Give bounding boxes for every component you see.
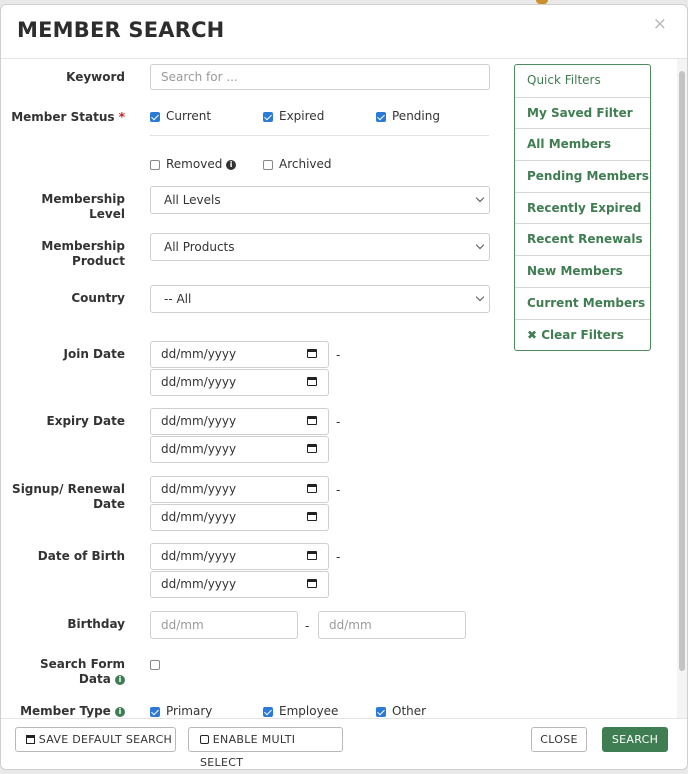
country-label: Country [71,291,125,305]
status-removed-checkbox[interactable] [150,160,160,170]
status-separator [150,135,489,136]
modal-header: MEMBER SEARCH × [1,5,687,59]
dob-from[interactable]: dd/mm/yyyy [150,543,329,570]
member-type-label: Member Type i [20,704,125,719]
quick-filter-all-members[interactable]: All Members [515,128,650,160]
signup-renewal-label: Signup/ Renewal Date [12,482,125,511]
join-date-to[interactable]: dd/mm/yyyy [150,369,329,396]
required-marker: * [118,110,125,124]
calendar-icon[interactable] [307,349,317,358]
chevron-down-icon [475,240,485,250]
member-search-modal: MEMBER SEARCH × Keyword Search for ... M… [0,4,688,770]
type-primary-checkbox[interactable] [150,707,160,717]
status-archived-checkbox[interactable] [263,160,273,170]
info-icon: i [226,160,237,170]
calendar-icon[interactable] [307,377,317,386]
type-employee-checkbox[interactable] [263,707,273,717]
status-current-label: Current [166,109,212,123]
quick-filter-recent-renewals[interactable]: Recent Renewals [515,223,650,255]
expiry-date-label: Expiry Date [46,414,126,428]
membership-product-label: Membership Product [41,239,125,268]
birthday-to[interactable]: dd/mm [318,611,466,639]
status-removed-label: Removed i [166,157,237,171]
quick-filter-pending[interactable]: Pending Members [515,160,650,192]
membership-product-select[interactable]: All Products [150,233,490,261]
type-other-label: Other [392,704,427,718]
expiry-date-from[interactable]: dd/mm/yyyy [150,408,329,435]
keyword-input[interactable]: Search for ... [150,64,490,90]
quick-filter-current-members[interactable]: Current Members [515,286,650,319]
range-dash: - [336,550,341,564]
chevron-down-icon [475,292,485,302]
birthday-from[interactable]: dd/mm [150,611,298,639]
info-icon: i [115,707,125,717]
quick-filters-heading: Quick Filters [527,73,601,87]
date-of-birth-label: Date of Birth [37,549,125,563]
calendar-icon[interactable] [307,551,317,560]
close-button[interactable]: CLOSE [531,727,587,752]
save-default-search-button[interactable]: SAVE DEFAULT SEARCH [15,727,176,752]
search-button[interactable]: SEARCH [602,727,668,752]
close-icon[interactable]: × [653,14,667,34]
join-date-from[interactable]: dd/mm/yyyy [150,341,329,368]
signup-date-from[interactable]: dd/mm/yyyy [150,476,329,503]
calendar-icon[interactable] [307,579,317,588]
status-archived-label: Archived [279,157,332,171]
info-icon: i [115,675,125,685]
quick-filter-my-saved[interactable]: My Saved Filter [515,96,650,129]
birthday-label: Birthday [67,617,125,631]
range-dash: - [336,415,341,429]
calendar-icon[interactable] [307,484,317,493]
keyword-label: Keyword [66,70,125,84]
status-current-checkbox[interactable] [150,112,160,122]
member-status-label: Member Status * [11,110,125,124]
enable-multi-select-button[interactable]: ENABLE MULTI SELECT [188,727,343,769]
expiry-date-to[interactable]: dd/mm/yyyy [150,436,329,463]
status-expired-label: Expired [279,109,325,123]
range-dash: - [336,483,341,497]
calendar-icon[interactable] [307,444,317,453]
type-employee-label: Employee [279,704,339,718]
checkbox-icon [200,735,209,744]
modal-body: Keyword Search for ... Member Status * C… [1,59,687,719]
quick-filter-recently-expired[interactable]: Recently Expired [515,191,650,224]
membership-level-label: Membership Level [41,192,125,221]
range-dash: - [336,348,341,362]
status-pending-checkbox[interactable] [376,112,386,122]
calendar-icon[interactable] [307,416,317,425]
chevron-down-icon [475,193,485,203]
scrollbar[interactable] [677,59,687,719]
search-form-data-checkbox[interactable] [150,660,160,670]
status-pending-label: Pending [392,109,440,123]
modal-title: MEMBER SEARCH [17,18,225,42]
dob-to[interactable]: dd/mm/yyyy [150,571,329,598]
save-icon [26,735,35,744]
type-other-checkbox[interactable] [376,707,386,717]
quick-filters-panel: Quick Filters My Saved Filter All Member… [514,64,651,352]
scrollbar-thumb[interactable] [679,71,685,671]
country-select[interactable]: -- All [150,285,490,313]
membership-level-select[interactable]: All Levels [150,186,490,214]
signup-date-to[interactable]: dd/mm/yyyy [150,504,329,531]
search-form-data-label: Search Form Data i [39,657,125,686]
range-dash: - [305,619,310,633]
status-expired-checkbox[interactable] [263,112,273,122]
join-date-label: Join Date [63,347,125,361]
clear-icon: ✖ [527,327,538,342]
type-primary-label: Primary [166,704,213,718]
calendar-icon[interactable] [307,512,317,521]
quick-filter-new-members[interactable]: New Members [515,255,650,287]
clear-filters-button[interactable]: ✖ Clear Filters [515,318,650,351]
